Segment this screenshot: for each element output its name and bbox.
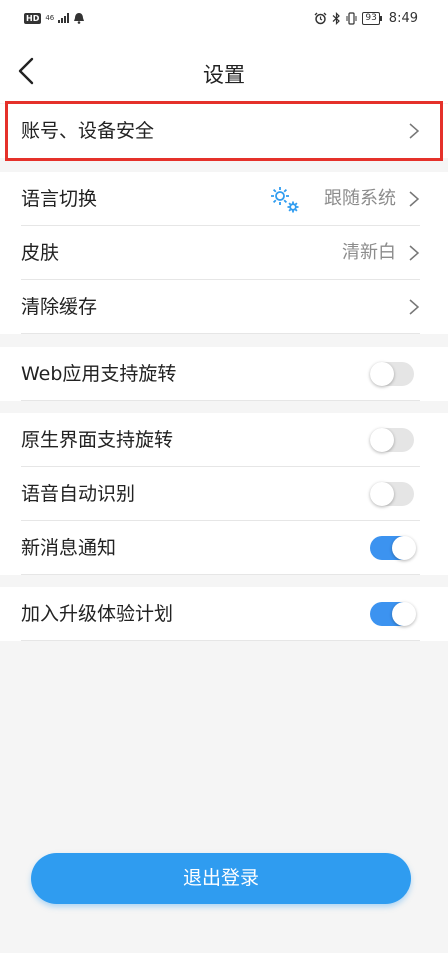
network-type: 46 — [45, 13, 55, 22]
row-value: 跟随系统 — [324, 188, 396, 209]
clear-cache-row[interactable]: 清除缓存 — [0, 280, 448, 334]
row-label: 语音自动识别 — [21, 483, 136, 505]
toggle-knob — [370, 482, 394, 506]
header: 设置 — [0, 40, 448, 103]
bluetooth-icon — [332, 12, 341, 25]
alarm-icon — [314, 12, 327, 25]
skin-row[interactable]: 皮肤 清新白 — [0, 226, 448, 280]
battery-icon: 93 — [362, 12, 383, 25]
upgrade-plan-row: 加入升级体验计划 — [0, 587, 448, 641]
row-label: 清除缓存 — [21, 296, 98, 318]
notification-icon — [74, 13, 85, 24]
settings-group-features: 原生界面支持旋转 语音自动识别 新消息通知 — [0, 413, 448, 575]
row-label: 皮肤 — [21, 242, 60, 264]
native-rotation-row: 原生界面支持旋转 — [0, 413, 448, 467]
divider — [21, 574, 420, 575]
new-message-notification-toggle[interactable] — [370, 536, 416, 560]
vibrate-icon — [346, 12, 357, 25]
settings-group-upgrade: 加入升级体验计划 — [0, 587, 448, 641]
toggle-knob — [392, 536, 416, 560]
toggle-knob — [392, 602, 416, 626]
settings-group-general: 语言切换 跟随系统 皮肤 清新白 清除缓存 — [0, 172, 448, 334]
signal-icon — [58, 13, 70, 23]
chevron-right-icon — [409, 191, 420, 207]
highlight-box — [5, 101, 443, 161]
language-row[interactable]: 语言切换 跟随系统 — [0, 172, 448, 226]
native-rotation-toggle[interactable] — [370, 428, 414, 452]
new-message-notification-row: 新消息通知 — [0, 521, 448, 575]
status-bar: HD 46 93 8:49 — [0, 0, 448, 40]
row-label: 原生界面支持旋转 — [21, 429, 174, 451]
settings-group-web: Web应用支持旋转 — [0, 347, 448, 401]
row-label: 加入升级体验计划 — [21, 603, 174, 625]
web-rotation-toggle[interactable] — [370, 362, 414, 386]
logout-button[interactable]: 退出登录 — [31, 853, 411, 904]
upgrade-plan-toggle[interactable] — [370, 602, 416, 626]
divider — [21, 400, 420, 401]
hd-badge: HD — [24, 12, 42, 24]
chevron-right-icon — [409, 245, 420, 261]
page-title: 设置 — [203, 63, 245, 87]
voice-recognition-toggle[interactable] — [370, 482, 414, 506]
chevron-right-icon — [409, 299, 420, 315]
web-rotation-row: Web应用支持旋转 — [0, 347, 448, 401]
status-right: 93 8:49 — [314, 11, 418, 26]
toggle-knob — [370, 428, 394, 452]
toggle-knob — [370, 362, 394, 386]
row-label: 新消息通知 — [21, 537, 117, 559]
gear-icon — [271, 187, 299, 213]
row-value: 清新白 — [342, 242, 396, 263]
voice-recognition-row: 语音自动识别 — [0, 467, 448, 521]
divider — [21, 333, 420, 334]
divider — [21, 640, 420, 641]
row-label: 语言切换 — [21, 188, 98, 210]
clock: 8:49 — [388, 11, 418, 26]
row-label: Web应用支持旋转 — [21, 363, 177, 385]
status-left: HD 46 — [24, 12, 85, 24]
